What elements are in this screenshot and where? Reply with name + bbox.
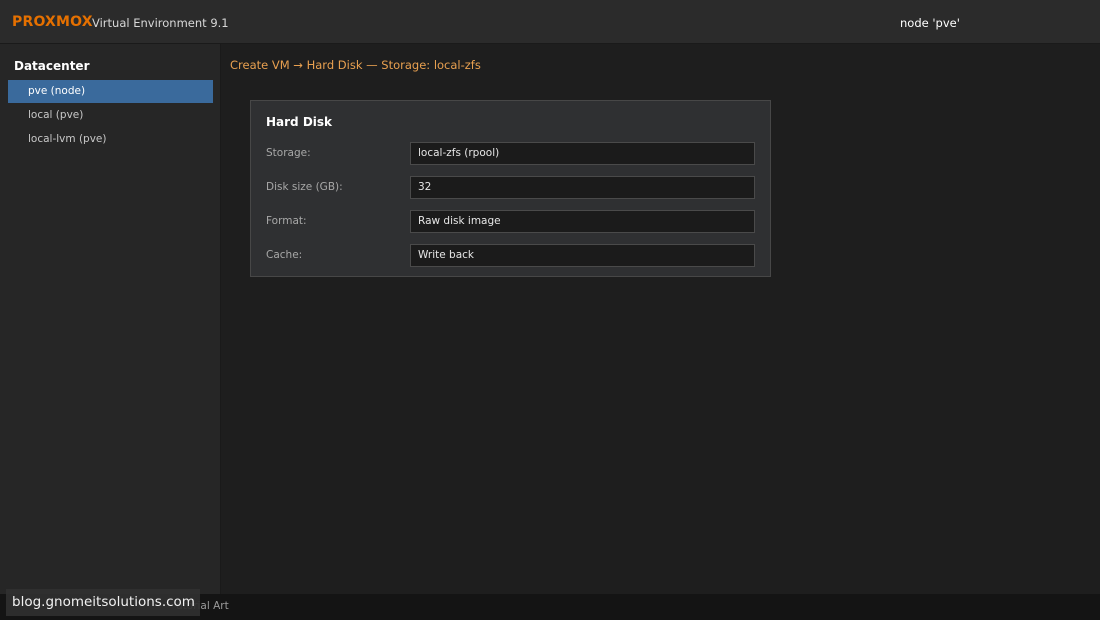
main-content: Create VM → Hard Disk — Storage: local-z… bbox=[222, 44, 1100, 594]
storage-field[interactable]: local-zfs (rpool) bbox=[410, 142, 755, 165]
watermark: blog.gnomeitsolutions.com bbox=[6, 589, 200, 616]
sidebar: Datacenter pve (node) local (pve) local-… bbox=[0, 44, 221, 594]
tree-item-local[interactable]: local (pve) bbox=[8, 104, 213, 127]
version-label: Virtual Environment 9.1 bbox=[92, 16, 229, 30]
panel-title: Hard Disk bbox=[266, 115, 333, 129]
top-bar: PROXMOX Virtual Environment 9.1 node 'pv… bbox=[0, 0, 1100, 44]
tree-item-local-lvm[interactable]: local-lvm (pve) bbox=[8, 128, 213, 151]
sidebar-title[interactable]: Datacenter bbox=[14, 59, 89, 73]
format-label: Format: bbox=[266, 215, 307, 227]
breadcrumb: Create VM → Hard Disk — Storage: local-z… bbox=[230, 58, 481, 72]
resource-tree: pve (node) local (pve) local-lvm (pve) bbox=[8, 80, 213, 152]
tree-item-label: pve (node) bbox=[28, 85, 86, 97]
tree-item-label: local (pve) bbox=[28, 109, 84, 121]
disk-size-field[interactable]: 32 bbox=[410, 176, 755, 199]
hard-disk-panel: Hard Disk Storage: local-zfs (rpool) Dis… bbox=[250, 100, 771, 277]
storage-label: Storage: bbox=[266, 147, 311, 159]
format-field[interactable]: Raw disk image bbox=[410, 210, 755, 233]
cache-field[interactable]: Write back bbox=[410, 244, 755, 267]
watermark-text: blog.gnomeitsolutions.com bbox=[12, 594, 195, 610]
node-label: node 'pve' bbox=[900, 16, 960, 30]
tree-item-pve-node[interactable]: pve (node) bbox=[8, 80, 213, 103]
tree-item-label: local-lvm (pve) bbox=[28, 133, 107, 145]
proxmox-logo[interactable]: PROXMOX bbox=[12, 14, 93, 30]
disk-size-label: Disk size (GB): bbox=[266, 181, 343, 193]
cache-label: Cache: bbox=[266, 249, 303, 261]
